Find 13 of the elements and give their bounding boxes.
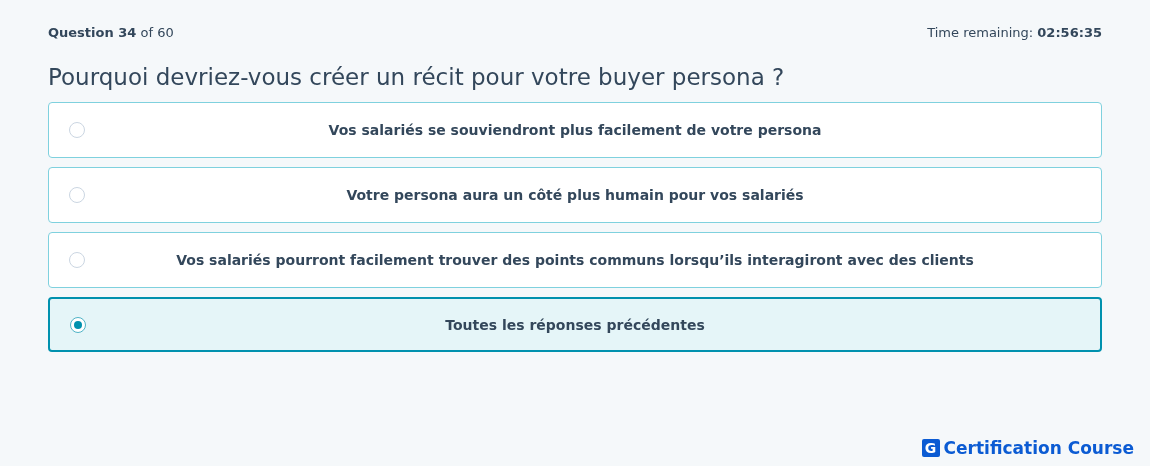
answer-option[interactable]: Vos salariés pourront facilement trouver des points communs lorsqu’ils interagiront avec des clients xyxy=(48,232,1102,288)
radio-button[interactable] xyxy=(69,187,85,203)
answer-option[interactable]: Toutes les réponses précédentes xyxy=(48,297,1102,352)
logo-text: Certification Course xyxy=(943,438,1134,458)
radio-button[interactable] xyxy=(69,252,85,268)
logo-mark: G xyxy=(921,439,940,457)
answer-option[interactable]: Votre persona aura un côté plus humain pour vos salariés xyxy=(48,167,1102,223)
radio-button[interactable] xyxy=(70,316,86,333)
radio-button[interactable] xyxy=(69,122,85,138)
answer-option[interactable]: Vos salariés se souviendront plus facilement de votre persona xyxy=(48,102,1102,158)
time-remaining: Time remaining: 02:56:35 xyxy=(927,24,1102,40)
question-counter: Question 34 of 60 xyxy=(48,24,174,40)
question-text: Pourquoi devriez-vous créer un récit pour votre buyer persona ? xyxy=(48,64,786,90)
